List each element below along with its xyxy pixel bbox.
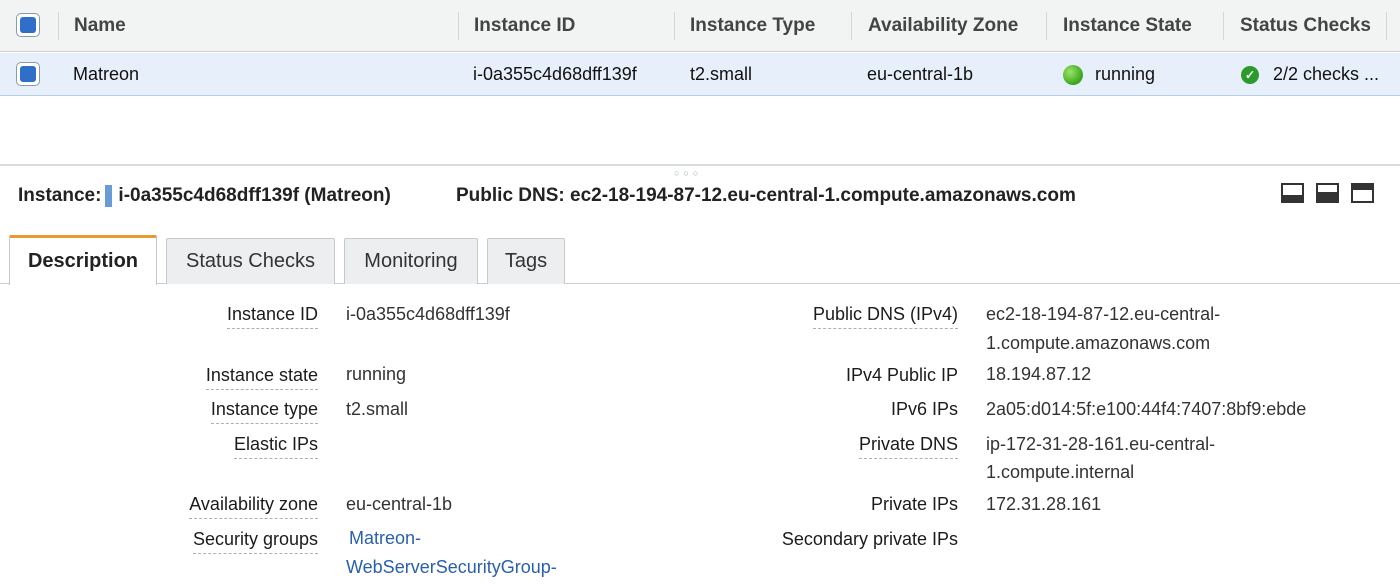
- column-header-instance-state[interactable]: Instance State: [1063, 0, 1192, 52]
- field-label-ipv4-public-ip: IPv4 Public IP: [845, 365, 958, 385]
- check-passed-icon: ✓: [1241, 65, 1259, 84]
- pane-maximize-icon[interactable]: [1351, 183, 1374, 203]
- pane-half-icon[interactable]: [1316, 183, 1339, 203]
- field-value-ipv4-public-ip: 18.194.87.12: [986, 364, 1092, 384]
- field-value-public-dns-2: 1.compute.amazonaws.com: [986, 333, 1211, 353]
- field-label-instance-id: Instance ID: [226, 304, 318, 329]
- cell-instance-id: i-0a355c4d68dff139f: [473, 64, 637, 84]
- column-header-instance-id[interactable]: Instance ID: [474, 0, 575, 52]
- pane-minimize-icon[interactable]: [1281, 183, 1304, 203]
- tab-status-checks[interactable]: Status Checks: [166, 238, 335, 284]
- field-label-elastic-ips: Elastic IPs: [233, 434, 318, 459]
- cell-instance-state: running: [1063, 53, 1155, 96]
- instance-color-marker: [105, 185, 113, 207]
- cell-name: Matreon: [73, 64, 140, 84]
- field-label-availability-zone: Availability zone: [189, 494, 318, 519]
- running-status-icon: [1063, 64, 1083, 85]
- column-header-availability-zone[interactable]: Availability Zone: [868, 0, 1018, 52]
- row-checkbox[interactable]: [16, 62, 40, 86]
- pane-layout-controls: [1281, 183, 1374, 203]
- select-all-checkbox[interactable]: [16, 13, 40, 37]
- cell-status-checks: ✓ 2/2 checks ...: [1241, 53, 1379, 96]
- field-label-private-dns: Private DNS: [858, 434, 958, 459]
- security-group-link-cont[interactable]: WebServerSecurityGroup-: [346, 553, 557, 582]
- field-label-security-groups: Security groups: [192, 529, 318, 554]
- field-label-public-dns: Public DNS (IPv4): [812, 304, 958, 329]
- instances-table-header: Name Instance ID Instance Type Availabil…: [0, 0, 1400, 52]
- column-header-instance-type[interactable]: Instance Type: [690, 0, 815, 52]
- cell-instance-type: t2.small: [690, 64, 753, 84]
- field-label-ipv6-ips: IPv6 IPs: [890, 399, 958, 419]
- instance-heading: Instance: i-0a355c4d68dff139f (Matreon): [18, 185, 391, 207]
- pane-divider[interactable]: [0, 164, 1400, 166]
- field-label-instance-type: Instance type: [210, 399, 318, 424]
- field-value-instance-state: running: [346, 364, 407, 384]
- field-value-ipv6-ips: 2a05:d014:5f:e100:44f4:7407:8bf9:ebde: [986, 399, 1307, 419]
- field-value-instance-type: t2.small: [346, 399, 409, 419]
- tab-monitoring[interactable]: Monitoring: [344, 238, 478, 284]
- field-value-instance-id: i-0a355c4d68dff139f: [346, 304, 510, 324]
- column-header-name[interactable]: Name: [74, 0, 126, 52]
- field-label-private-ips: Private IPs: [870, 494, 958, 514]
- column-header-status-checks[interactable]: Status Checks: [1240, 0, 1371, 52]
- field-value-private-ips: 172.31.28.161: [986, 494, 1102, 514]
- cell-availability-zone: eu-central-1b: [867, 64, 974, 84]
- security-group-link[interactable]: Matreon-: [349, 524, 421, 553]
- public-dns-heading: Public DNS: ec2-18-194-87-12.eu-central-…: [456, 185, 1076, 206]
- field-value-private-dns-2: 1.compute.internal: [986, 462, 1135, 482]
- table-row[interactable]: Matreon i-0a355c4d68dff139f t2.small eu-…: [0, 53, 1400, 96]
- field-value-availability-zone: eu-central-1b: [346, 494, 453, 514]
- tab-description[interactable]: Description: [9, 235, 157, 285]
- field-value-public-dns-1: ec2-18-194-87-12.eu-central-: [986, 304, 1221, 324]
- resize-handle-icon[interactable]: ○○○: [674, 168, 702, 178]
- field-label-secondary-private-ips: Secondary private IPs: [781, 529, 958, 549]
- field-value-private-dns-1: ip-172-31-28-161.eu-central-: [986, 434, 1216, 454]
- field-label-instance-state: Instance state: [205, 365, 318, 390]
- tab-tags[interactable]: Tags: [487, 238, 565, 284]
